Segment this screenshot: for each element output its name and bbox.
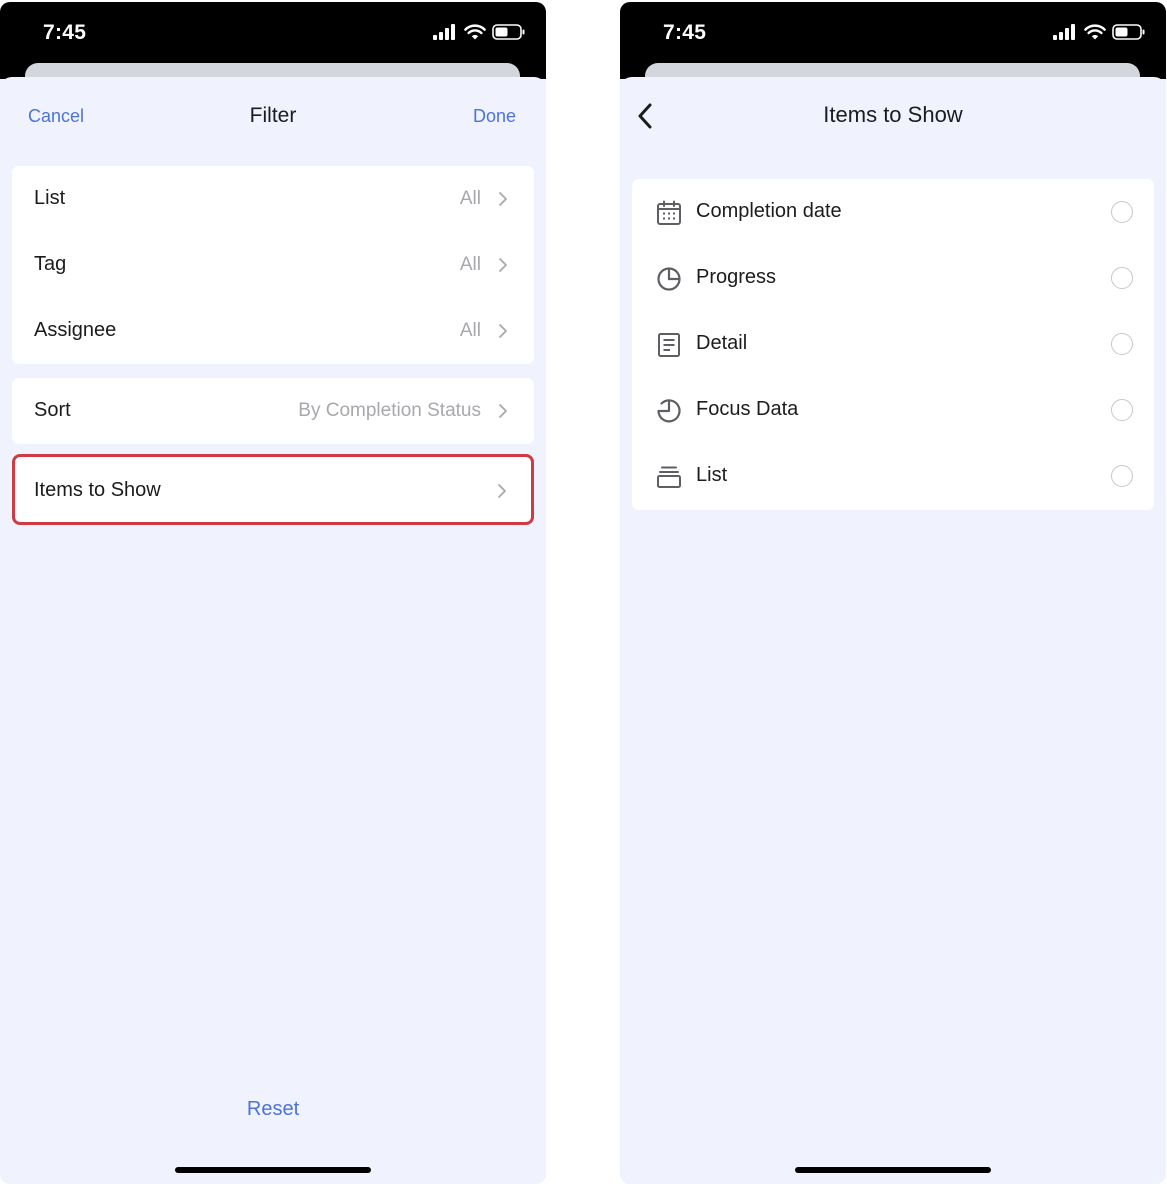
page-title: Filter [249,104,297,127]
radio-button[interactable] [1111,465,1133,487]
stack-icon [657,466,681,488]
reset-button[interactable]: Reset [0,1098,546,1121]
home-indicator[interactable] [175,1167,371,1173]
calendar-icon [657,200,681,225]
focus-clock-icon [657,399,681,423]
battery-icon [492,24,525,40]
battery-icon [1112,24,1145,40]
assignee-filter-row[interactable]: Assignee All [12,298,534,364]
tag-filter-row[interactable]: Tag All [12,232,534,298]
radio-button[interactable] [1111,333,1133,355]
page-title: Items to Show [823,102,963,127]
row-label: Tag [34,253,67,275]
option-label: Completion date [696,200,842,222]
chevron-right-icon [498,484,506,498]
items-to-show-row[interactable]: Items to Show [12,454,534,525]
sort-group: Sort By Completion Status [12,378,534,444]
options-group: Completion date Progress Detail Focus Da… [632,179,1154,510]
row-label: Assignee [34,319,117,341]
option-label: Focus Data [696,398,799,420]
chevron-right-icon [499,324,507,338]
status-time: 7:45 [43,21,87,44]
option-list[interactable]: List [632,443,1154,509]
row-label: Items to Show [34,479,161,501]
wifi-icon [1084,24,1106,40]
row-value: All [459,320,481,341]
row-value: All [459,254,481,275]
radio-button[interactable] [1111,267,1133,289]
radio-button[interactable] [1111,201,1133,223]
filter-screen: 7:45 Cancel Filter Done List All Tag All… [0,2,546,1184]
sort-row[interactable]: Sort By Completion Status [12,378,534,444]
option-label: List [696,464,728,486]
signal-icon [1053,24,1075,40]
option-completion-date[interactable]: Completion date [632,179,1154,245]
row-value: All [459,188,481,209]
row-label: Sort [34,399,71,421]
status-time: 7:45 [663,21,707,44]
status-icons [432,24,526,40]
pie-chart-icon [657,267,681,291]
done-button[interactable]: Done [473,106,516,127]
list-filter-row[interactable]: List All [12,166,534,232]
document-icon [658,333,680,357]
option-label: Progress [696,266,777,288]
home-indicator[interactable] [795,1167,991,1173]
row-label: List [34,187,66,209]
option-progress[interactable]: Progress [632,245,1154,311]
radio-button[interactable] [1111,399,1133,421]
chevron-right-icon [499,404,507,418]
chevron-right-icon [499,192,507,206]
items-to-show-screen: 7:45 Items to Show Completion date Progr… [620,2,1166,1184]
row-value: By Completion Status [298,400,481,421]
option-focus-data[interactable]: Focus Data [632,377,1154,443]
filter-group: List All Tag All Assignee All [12,166,534,364]
option-detail[interactable]: Detail [632,311,1154,377]
option-label: Detail [696,332,748,354]
status-icons [1052,24,1146,40]
signal-icon [433,24,455,40]
chevron-right-icon [499,258,507,272]
wifi-icon [464,24,486,40]
